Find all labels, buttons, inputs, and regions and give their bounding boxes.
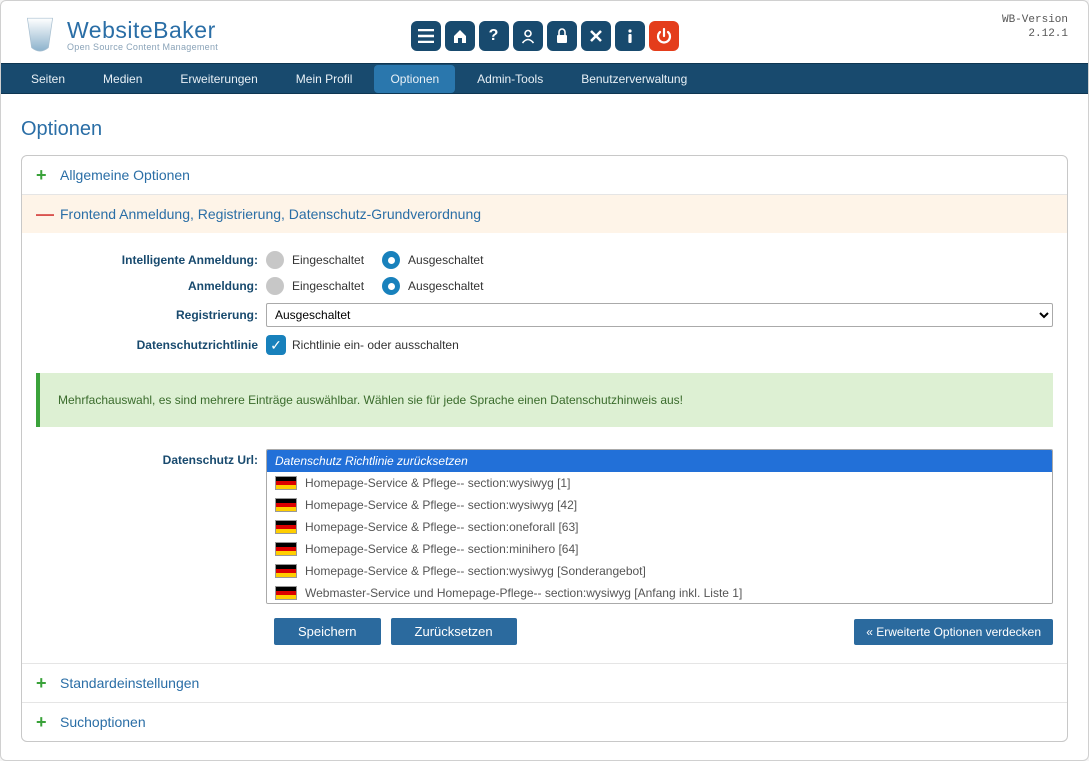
home-icon[interactable] <box>445 21 475 51</box>
power-icon[interactable] <box>649 21 679 51</box>
policy-desc: Richtlinie ein- oder ausschalten <box>292 338 459 352</box>
section-frontend-body: Intelligente Anmeldung: Eingeschaltet Au… <box>22 233 1067 663</box>
list-item[interactable]: Datenschutz Richtlinie zurücksetzen <box>267 450 1052 472</box>
menu-icon[interactable] <box>411 21 441 51</box>
smart-login-on-text: Eingeschaltet <box>292 253 364 267</box>
main-nav: Seiten Medien Erweiterungen Mein Profil … <box>1 63 1088 94</box>
nav-admintools[interactable]: Admin-Tools <box>461 65 559 93</box>
nav-profil[interactable]: Mein Profil <box>280 65 369 93</box>
nav-medien[interactable]: Medien <box>87 65 158 93</box>
login-on-radio[interactable] <box>266 277 284 295</box>
privacy-url-listbox[interactable]: Datenschutz Richtlinie zurücksetzen Home… <box>266 449 1053 604</box>
flag-de-icon <box>275 542 297 556</box>
nav-seiten[interactable]: Seiten <box>15 65 81 93</box>
plus-icon: + <box>36 713 52 731</box>
smart-login-off-text: Ausgeschaltet <box>408 253 483 267</box>
section-search-title: Suchoptionen <box>60 714 146 730</box>
page-title: Optionen <box>21 118 1068 141</box>
flag-de-icon <box>275 520 297 534</box>
smart-login-label: Intelligente Anmeldung: <box>36 253 266 267</box>
save-button[interactable]: Speichern <box>274 618 381 645</box>
list-item[interactable]: Webmaster-Service und Homepage-Pflege-- … <box>267 582 1052 604</box>
nav-optionen[interactable]: Optionen <box>374 65 455 93</box>
login-on-text: Eingeschaltet <box>292 279 364 293</box>
version: WB-Version 2.12.1 <box>1002 13 1068 42</box>
smart-login-on-radio[interactable] <box>266 251 284 269</box>
list-item[interactable]: Homepage-Service & Pflege-- section:wysi… <box>267 472 1052 494</box>
login-off-radio[interactable] <box>382 277 400 295</box>
policy-checkbox[interactable]: ✓ <box>266 335 286 355</box>
list-item[interactable]: Homepage-Service & Pflege-- section:wysi… <box>267 494 1052 516</box>
nav-benutzer[interactable]: Benutzerverwaltung <box>565 65 703 93</box>
user-icon[interactable] <box>513 21 543 51</box>
section-general-header[interactable]: + Allgemeine Optionen <box>22 156 1067 194</box>
nav-erweiterungen[interactable]: Erweiterungen <box>164 65 273 93</box>
toolbar: ? <box>411 21 679 51</box>
info-icon[interactable] <box>615 21 645 51</box>
registration-label: Registrierung: <box>36 308 266 322</box>
brand-subtitle: Open Source Content Management <box>67 42 218 52</box>
brand-title: WebsiteBaker <box>67 19 218 42</box>
plus-icon: + <box>36 166 52 184</box>
privacy-url-label: Datenschutz Url: <box>36 449 266 467</box>
registration-select[interactable]: Ausgeschaltet <box>266 303 1053 327</box>
logo: WebsiteBaker Open Source Content Managem… <box>19 14 218 56</box>
login-off-text: Ausgeschaltet <box>408 279 483 293</box>
policy-label: Datenschutzrichtlinie <box>36 338 266 352</box>
section-frontend-title: Frontend Anmeldung, Registrierung, Daten… <box>60 206 481 222</box>
section-defaults-title: Standardeinstellungen <box>60 675 199 691</box>
help-icon[interactable]: ? <box>479 21 509 51</box>
privacy-info: Mehrfachauswahl, es sind mehrere Einträg… <box>36 373 1053 427</box>
flag-de-icon <box>275 586 297 600</box>
hide-advanced-button[interactable]: « Erweiterte Optionen verdecken <box>854 619 1053 645</box>
list-item[interactable]: Homepage-Service & Pflege-- section:onef… <box>267 516 1052 538</box>
list-item[interactable]: Homepage-Service & Pflege-- section:wysi… <box>267 560 1052 582</box>
logo-icon <box>19 14 61 56</box>
flag-de-icon <box>275 498 297 512</box>
smart-login-off-radio[interactable] <box>382 251 400 269</box>
close-icon[interactable] <box>581 21 611 51</box>
lock-icon[interactable] <box>547 21 577 51</box>
flag-de-icon <box>275 476 297 490</box>
section-search-header[interactable]: + Suchoptionen <box>22 702 1067 741</box>
login-label: Anmeldung: <box>36 279 266 293</box>
section-defaults-header[interactable]: + Standardeinstellungen <box>22 663 1067 702</box>
flag-de-icon <box>275 564 297 578</box>
minus-icon: — <box>36 205 52 223</box>
reset-button[interactable]: Zurücksetzen <box>391 618 517 645</box>
list-item[interactable]: Homepage-Service & Pflege-- section:mini… <box>267 538 1052 560</box>
section-general-title: Allgemeine Optionen <box>60 167 190 183</box>
plus-icon: + <box>36 674 52 692</box>
section-frontend-header[interactable]: — Frontend Anmeldung, Registrierung, Dat… <box>22 194 1067 233</box>
